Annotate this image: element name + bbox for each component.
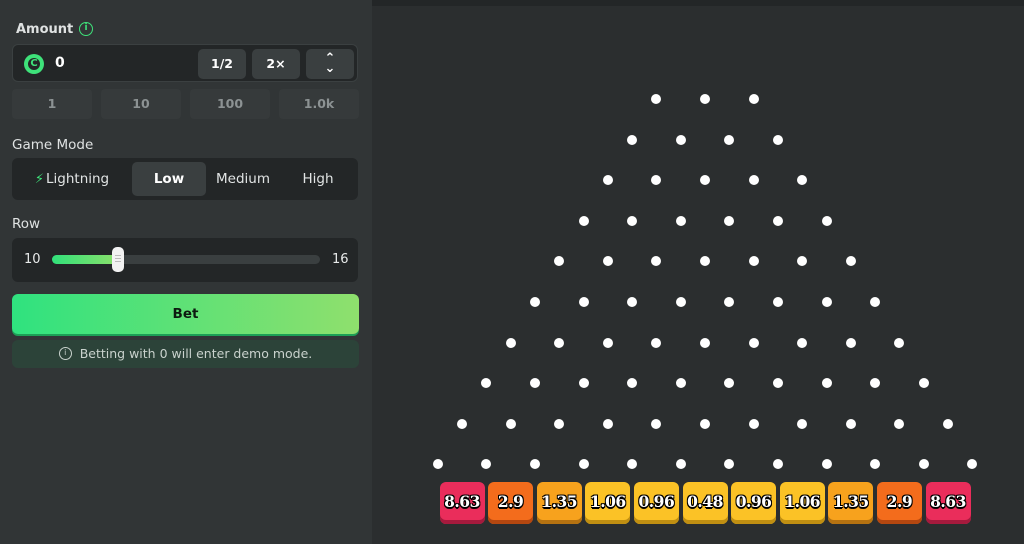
slider-fill [52, 255, 120, 264]
chip-10[interactable]: 10 [101, 89, 181, 119]
row-slider[interactable] [52, 247, 320, 272]
peg [578, 459, 589, 470]
peg [918, 378, 929, 389]
tab-high[interactable]: High [282, 162, 354, 196]
peg [748, 337, 759, 348]
peg [675, 134, 686, 145]
multiplier-bucket: 1.06 [779, 482, 825, 524]
peg [772, 215, 783, 226]
demo-note-text: Betting with 0 will enter demo mode. [79, 346, 313, 361]
peg [578, 297, 589, 307]
multiplier-bucket: 0.48 [682, 482, 728, 524]
peg [578, 215, 589, 226]
multiplier-bucket: 8.63 [439, 482, 485, 524]
tab-label: Lightning [46, 171, 110, 187]
peg [602, 418, 613, 429]
peg [627, 215, 638, 226]
info-icon: i [58, 347, 72, 360]
peg [554, 337, 565, 348]
coin-icon: C [24, 54, 44, 74]
multiplier-bucket: 8.63 [925, 482, 971, 524]
multiplier-bucket: 0.96 [731, 482, 777, 524]
tab-low[interactable]: Low [132, 162, 206, 196]
peg [602, 337, 613, 348]
amount-stepper[interactable]: ⌃ ⌄ [306, 49, 354, 79]
peg [602, 175, 613, 186]
peg [675, 297, 686, 307]
multiplier-bucket: 1.06 [585, 482, 631, 524]
chip-1k[interactable]: 1.0k [279, 89, 359, 119]
peg [651, 337, 662, 348]
peg [797, 418, 808, 429]
peg [821, 378, 832, 389]
slider-handle[interactable] [112, 247, 124, 272]
peg [505, 337, 516, 348]
peg [748, 175, 759, 186]
peg [675, 378, 686, 389]
peg [821, 215, 832, 226]
chip-1[interactable]: 1 [12, 89, 92, 119]
peg [821, 459, 832, 470]
row-slider-box: 10 16 [12, 238, 358, 282]
peg [675, 215, 686, 226]
peg [821, 297, 832, 307]
bet-controls-panel: Amount i C 0 1/2 2× ⌃ ⌄ 1 10 100 1.0k Ga… [0, 0, 372, 544]
chevron-down-icon[interactable]: ⌄ [306, 62, 354, 76]
peg [724, 134, 735, 145]
peg [943, 418, 953, 429]
peg [529, 297, 540, 307]
peg [505, 418, 516, 429]
tab-lightning[interactable]: ⚡ Lightning [16, 162, 128, 196]
peg [772, 297, 783, 307]
peg [845, 337, 856, 348]
multiplier-bucket: 1.35 [828, 482, 874, 524]
amount-label: Amount [16, 22, 74, 37]
row-min-value: 10 [24, 252, 41, 267]
tab-medium[interactable]: Medium [208, 162, 278, 196]
game-mode-label: Game Mode [12, 137, 94, 153]
multiplier-bucket: 1.35 [536, 482, 582, 524]
bet-button[interactable]: Bet [12, 294, 359, 334]
peg [748, 94, 759, 104]
row-label: Row [12, 216, 41, 232]
peg [797, 337, 808, 348]
row-max-value: 16 [332, 252, 349, 267]
peg [772, 134, 783, 145]
peg [700, 94, 710, 104]
peg [748, 256, 759, 267]
multiplier-bucket: 0.96 [633, 482, 679, 524]
info-icon[interactable]: i [79, 22, 93, 36]
multiplier-bucket: 2.9 [876, 482, 922, 524]
peg [554, 418, 565, 429]
peg [845, 418, 856, 429]
peg [700, 418, 710, 429]
peg [578, 378, 589, 389]
amount-field[interactable]: C 0 1/2 2× ⌃ ⌄ [12, 44, 358, 82]
peg [457, 418, 467, 429]
lightning-icon: ⚡ [34, 172, 44, 187]
peg [894, 337, 905, 348]
multiplier-bucket: 2.9 [488, 482, 534, 524]
half-button[interactable]: 1/2 [198, 49, 246, 79]
amount-input[interactable]: 0 [55, 55, 65, 71]
peg [748, 418, 759, 429]
demo-mode-note: i Betting with 0 will enter demo mode. [12, 340, 359, 368]
double-button[interactable]: 2× [252, 49, 300, 79]
peg [627, 134, 638, 145]
chip-100[interactable]: 100 [190, 89, 270, 119]
peg [700, 337, 710, 348]
game-mode-selector: ⚡ Lightning Low Medium High [12, 158, 358, 200]
